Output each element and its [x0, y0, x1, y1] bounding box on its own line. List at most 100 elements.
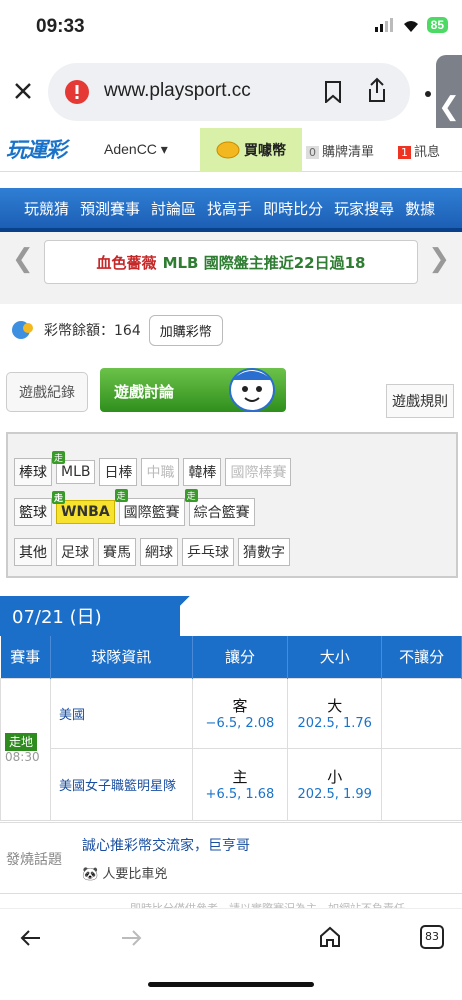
- banner-text: MLB 國際盤主推近22日過18: [162, 253, 366, 272]
- site-logo[interactable]: 玩運彩: [6, 134, 67, 164]
- hot-topic-sub-text: 人要比車兇: [102, 867, 168, 882]
- user-menu[interactable]: AdenCC ▾: [104, 141, 168, 158]
- buy-coins-button[interactable]: 加購彩幣: [148, 314, 223, 346]
- hot-topic-link[interactable]: 誠心推彩幣交流家，巨亨哥: [82, 835, 250, 855]
- battery-indicator: 85: [426, 17, 448, 33]
- category-baseball: 棒球: [14, 458, 52, 486]
- message-count: 1: [398, 146, 411, 159]
- total-side: 大: [327, 697, 343, 715]
- column-header: 不讓分: [381, 636, 462, 678]
- moneyline-cell[interactable]: [381, 747, 462, 821]
- nav-item[interactable]: 預測賽事: [80, 198, 140, 219]
- browser-toolbar: www.playsport.cc: [0, 58, 462, 128]
- live-tag: 走: [184, 489, 198, 502]
- filter-table-tennis[interactable]: 乒乓球: [182, 538, 234, 566]
- forward-icon[interactable]: [120, 929, 142, 947]
- more-icon[interactable]: [424, 90, 432, 98]
- rules-button[interactable]: 遊戲規則: [386, 384, 454, 418]
- cart-count: 0: [306, 146, 319, 159]
- buy-coin-button[interactable]: 買噱幣: [200, 128, 302, 172]
- column-header: 賽事: [0, 636, 51, 678]
- nav-item[interactable]: 數據: [405, 198, 435, 219]
- banner-carousel: ❮ 血色薔薇 MLB 國際盤主推近22日過18 ❯: [0, 232, 462, 304]
- filter-intl-baseball[interactable]: 國際棒賽: [225, 458, 292, 486]
- column-header: 球隊資訊: [50, 636, 193, 678]
- bookmark-icon[interactable]: [324, 81, 342, 103]
- table-row: 美國女子職籃明星隊 主 +6.5, 1.68 小 202.5, 1.99: [1, 747, 462, 821]
- spread-odds: −6.5, 2.08: [205, 716, 275, 731]
- moneyline-cell[interactable]: [381, 677, 462, 749]
- spread-side: 客: [232, 697, 248, 715]
- filter-mixed-basketball[interactable]: 走綜合籃賽: [184, 489, 255, 526]
- tab-game-forum-label: 遊戲討論: [114, 383, 175, 401]
- game-status-cell: 走地 08:30: [0, 677, 51, 821]
- coin-balance-row: 彩幣餘額：164 加購彩幣: [10, 314, 223, 346]
- browser-bottom-bar: 83: [0, 908, 462, 968]
- spread-cell[interactable]: 客 −6.5, 2.08: [191, 677, 289, 749]
- messages-label: 訊息: [414, 145, 441, 160]
- live-tag: 走: [52, 491, 66, 504]
- filter-horse-racing[interactable]: 賽馬: [98, 538, 136, 566]
- nav-item[interactable]: 玩競猜: [24, 198, 69, 219]
- live-status-badge: 走地: [5, 733, 38, 751]
- tab-game-forum[interactable]: 遊戲討論: [100, 368, 286, 412]
- close-icon[interactable]: [14, 82, 32, 100]
- spread-odds: +6.5, 1.68: [205, 787, 275, 802]
- prev-arrow-icon[interactable]: ❮: [12, 244, 34, 274]
- filter-label: MLB: [61, 464, 91, 480]
- nav-item[interactable]: 玩家搜尋: [334, 198, 394, 219]
- filter-kbo[interactable]: 韓棒: [183, 458, 222, 486]
- messages-link[interactable]: 1 訊息: [398, 141, 440, 160]
- address-bar[interactable]: www.playsport.cc: [48, 63, 410, 121]
- tabs-button[interactable]: 83: [420, 925, 444, 949]
- total-side: 小: [327, 768, 343, 786]
- status-bar: 09:33 85: [0, 0, 462, 50]
- hot-topic-sub[interactable]: 🐼 人要比車兇: [82, 863, 167, 882]
- next-arrow-icon[interactable]: ❯: [428, 244, 450, 274]
- table-row: 走地 08:30 美國 客 −6.5, 2.08 大 202.5, 1.76: [0, 677, 462, 821]
- nav-item[interactable]: 找高手: [207, 198, 252, 219]
- filter-mlb[interactable]: 走 MLB: [52, 451, 96, 484]
- cart-label: 購牌清單: [322, 145, 375, 160]
- tab-game-record[interactable]: 遊戲紀錄: [6, 372, 88, 412]
- wifi-icon: [403, 20, 418, 32]
- filter-cpbl[interactable]: 中職: [141, 458, 180, 486]
- hot-topics: 發燒話題 誠心推彩幣交流家，巨亨哥 🐼 人要比車兇: [0, 822, 462, 894]
- status-icons: 85: [374, 17, 448, 33]
- home-indicator: [148, 982, 314, 987]
- sport-filter: 棒球 走 MLB 日棒 中職 韓棒 國際棒賽 籃球 走 WNBA 走國際籃賽 走綜合…: [6, 432, 458, 578]
- share-icon[interactable]: [366, 77, 388, 103]
- filter-guess-number[interactable]: 猜數字: [238, 538, 290, 566]
- nav-item[interactable]: 即時比分: [263, 198, 323, 219]
- filter-intl-basketball[interactable]: 走國際籃賽: [114, 489, 185, 526]
- clock: 09:33: [36, 16, 85, 37]
- filter-wnba[interactable]: 走 WNBA: [52, 491, 115, 524]
- total-cell[interactable]: 小 202.5, 1.99: [287, 747, 383, 821]
- banner-link[interactable]: 血色薔薇 MLB 國際盤主推近22日過18: [44, 240, 418, 284]
- total-cell[interactable]: 大 202.5, 1.76: [287, 677, 383, 749]
- filter-label: 國際籃賽: [123, 505, 180, 521]
- spread-cell[interactable]: 主 +6.5, 1.68: [191, 747, 289, 821]
- home-icon[interactable]: [318, 925, 342, 949]
- nav-item[interactable]: 討論區: [151, 198, 196, 219]
- buy-coin-label: 買噱幣: [244, 143, 286, 159]
- warning-icon: [65, 80, 89, 104]
- category-other: 其他: [14, 538, 52, 566]
- other-row: 其他 足球 賽馬 網球 乒乓球 猜數字: [14, 538, 290, 566]
- back-icon[interactable]: [20, 929, 42, 947]
- hot-topics-label: 發燒話題: [6, 852, 62, 868]
- cart-link[interactable]: 0 購牌清單: [306, 141, 374, 160]
- game-tabs: 遊戲紀錄 遊戲討論 遊戲規則: [0, 368, 462, 418]
- coin-icon: [12, 321, 33, 339]
- column-header: 大小: [287, 636, 383, 678]
- total-odds: 202.5, 1.99: [297, 787, 372, 802]
- category-basketball: 籃球: [14, 498, 52, 526]
- filter-jpb[interactable]: 日棒: [99, 458, 138, 486]
- total-odds: 202.5, 1.76: [297, 716, 372, 731]
- column-header: 讓分: [192, 636, 289, 678]
- odds-table: 賽事 球隊資訊 讓分 大小 不讓分 走地 08:30 美國 客 −6.5, 2.0…: [0, 636, 462, 821]
- filter-tennis[interactable]: 網球: [140, 538, 178, 566]
- filter-label: 綜合籃賽: [193, 505, 250, 521]
- date-tab: 07/21 (日): [0, 596, 180, 636]
- filter-soccer[interactable]: 足球: [56, 538, 94, 566]
